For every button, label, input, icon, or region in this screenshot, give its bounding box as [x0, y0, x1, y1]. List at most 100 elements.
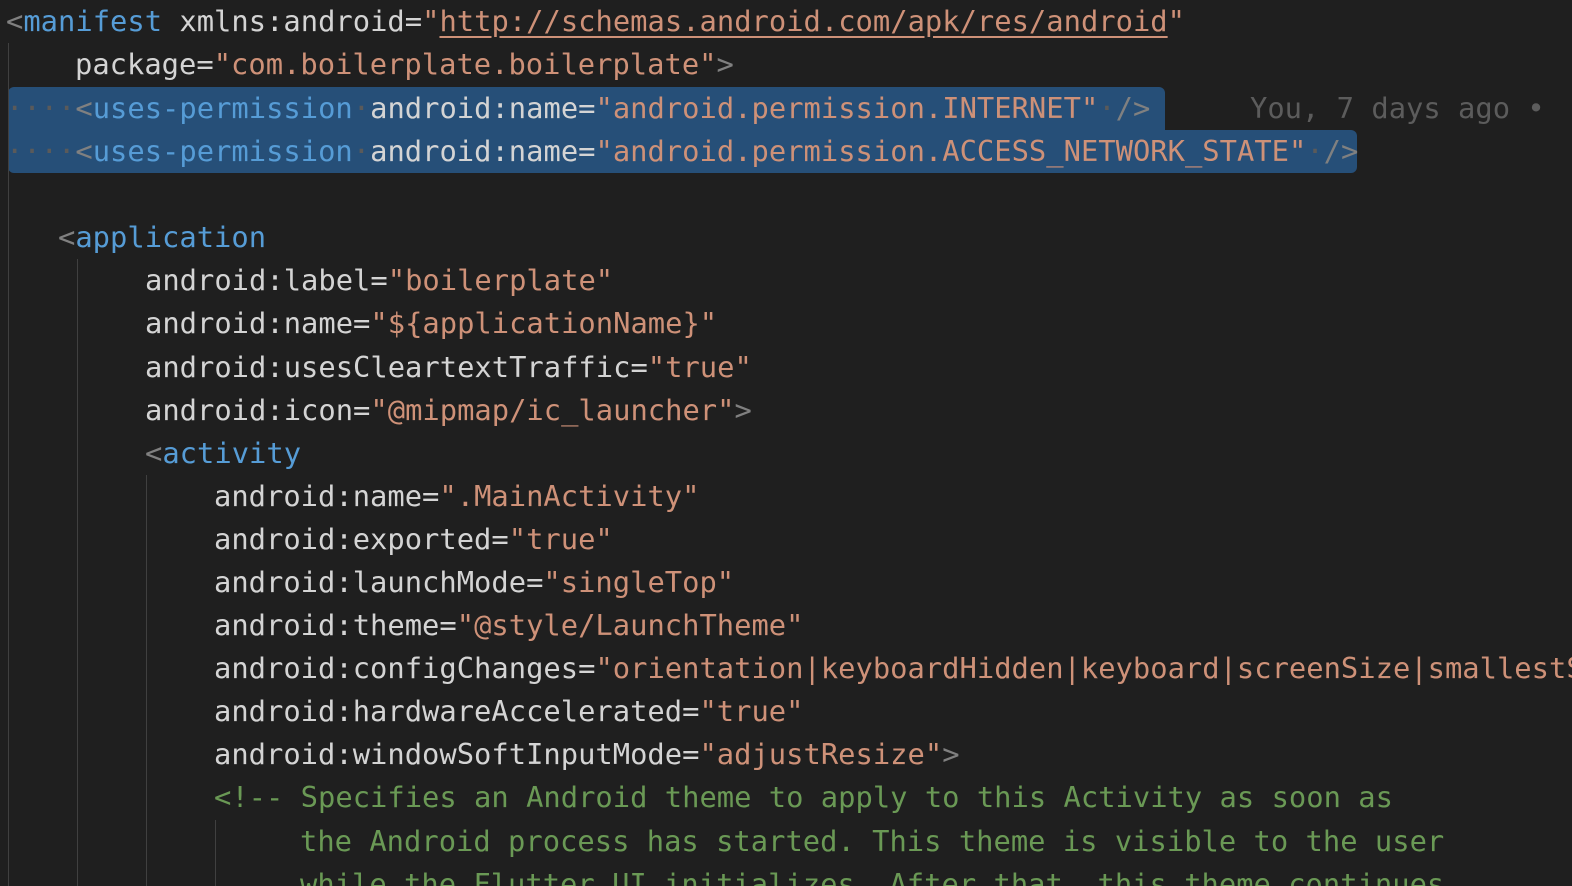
code-token-str: " — [1167, 4, 1185, 38]
code-token-attr: android:windowSoftInputMode — [214, 737, 683, 771]
code-token-tag: manifest — [23, 4, 163, 38]
code-line-13[interactable]: android:exported="true" — [0, 518, 1572, 561]
code-token-str: "orientation|keyboardHidden|keyboard|scr… — [595, 651, 1572, 685]
code-token-str: "true" — [699, 694, 804, 728]
line-content: ····<uses-permission·android:name="andro… — [6, 87, 1150, 130]
code-line-11[interactable]: <activity — [0, 432, 1572, 475]
line-content: <manifest xmlns:android="http://schemas.… — [6, 0, 1185, 43]
code-token-eq: = — [578, 134, 596, 168]
code-line-21[interactable]: while the Flutter UI initializes. After … — [0, 863, 1572, 886]
code-token-attr: android:name — [145, 306, 354, 340]
code-line-14[interactable]: android:launchMode="singleTop" — [0, 561, 1572, 604]
code-token-str: "true" — [647, 350, 752, 384]
code-token-punct: > — [716, 47, 734, 81]
code-token-str: "boilerplate" — [387, 263, 614, 297]
code-line-20[interactable]: the Android process has started. This th… — [0, 820, 1572, 863]
code-token-punct: > — [734, 393, 752, 427]
code-line-7[interactable]: android:label="boilerplate" — [0, 259, 1572, 302]
code-token-eq: = — [682, 737, 700, 771]
code-token-eq: = — [682, 694, 700, 728]
code-token-ws: ···· — [6, 134, 76, 168]
code-token-eq: = — [439, 608, 457, 642]
code-token-eq: = — [404, 4, 423, 38]
code-token-eq: = — [370, 263, 388, 297]
line-content: android:icon="@mipmap/ic_launcher"> — [145, 389, 752, 432]
code-line-2[interactable]: package="com.boilerplate.boilerplate"> — [0, 43, 1572, 86]
code-token-str: "com.boilerplate.boilerplate" — [213, 47, 717, 81]
code-token-eq: = — [353, 306, 371, 340]
code-token-eq: = — [578, 91, 596, 125]
code-token-attr: android:name — [214, 479, 423, 513]
code-token-ws: · — [1306, 134, 1324, 168]
code-token-attr: android:configChanges — [214, 651, 579, 685]
code-token-tag: activity — [162, 436, 302, 470]
line-content: android:theme="@style/LaunchTheme" — [214, 604, 803, 647]
code-token-punct: < — [58, 220, 76, 254]
code-line-4[interactable]: ····<uses-permission·android:name="andro… — [0, 130, 1572, 173]
code-token-ws: · — [1098, 91, 1116, 125]
code-line-3[interactable]: ····<uses-permission·android:name="andro… — [0, 87, 1572, 130]
code-token-punct: < — [145, 436, 163, 470]
code-token-eq: = — [526, 565, 544, 599]
line-content: android:launchMode="singleTop" — [214, 561, 734, 604]
code-token-eq: = — [578, 651, 596, 685]
git-blame-annotation: You, 7 days ago • i — [1250, 91, 1572, 125]
line-content: package="com.boilerplate.boilerplate"> — [75, 43, 734, 86]
line-content: android:name=".MainActivity" — [214, 475, 699, 518]
code-token-str: "${applicationName}" — [370, 306, 718, 340]
code-token-ws: · — [352, 91, 371, 125]
code-token-str: "@mipmap/ic_launcher" — [370, 393, 735, 427]
code-token-url[interactable]: http://schemas.android.com/apk/res/andro… — [439, 4, 1167, 38]
line-content: the Android process has started. This th… — [300, 820, 1444, 863]
line-content: android:name="${applicationName}" — [145, 302, 717, 345]
code-line-17[interactable]: android:hardwareAccelerated="true" — [0, 690, 1572, 733]
code-line-8[interactable]: android:name="${applicationName}" — [0, 302, 1572, 345]
line-content: <activity — [145, 432, 301, 475]
code-token-attr: package — [75, 47, 197, 81]
line-content: android:windowSoftInputMode="adjustResiz… — [214, 733, 960, 776]
code-line-18[interactable]: android:windowSoftInputMode="adjustResiz… — [0, 733, 1572, 776]
code-token-tag: application — [75, 220, 267, 254]
line-content: <!-- Specifies an Android theme to apply… — [214, 776, 1393, 819]
code-token-punct: /> — [1115, 91, 1151, 125]
code-token-eq: = — [353, 393, 371, 427]
code-token-attr: android:usesCleartextTraffic — [145, 350, 631, 384]
code-line-16[interactable]: android:configChanges="orientation|keybo… — [0, 647, 1572, 690]
code-line-12[interactable]: android:name=".MainActivity" — [0, 475, 1572, 518]
code-token-attr: android:name — [370, 91, 579, 125]
code-token-str: "@style/LaunchTheme" — [456, 608, 804, 642]
line-content: ····<uses-permission·android:name="andro… — [6, 130, 1358, 173]
code-token-ws: · — [352, 134, 371, 168]
code-line-10[interactable]: android:icon="@mipmap/ic_launcher"> — [0, 389, 1572, 432]
code-editor[interactable]: <manifest xmlns:android="http://schemas.… — [0, 0, 1572, 886]
code-token-punct: < — [75, 91, 93, 125]
code-line-6[interactable]: <application — [0, 216, 1572, 259]
code-token-ws: ···· — [6, 91, 76, 125]
code-token-comment: <!-- Specifies an Android theme to apply… — [214, 780, 1393, 814]
line-content: <application — [58, 216, 266, 259]
code-token-punct: /> — [1323, 134, 1359, 168]
code-line-5[interactable] — [0, 173, 1572, 216]
code-line-1[interactable]: <manifest xmlns:android="http://schemas.… — [0, 0, 1572, 43]
code-line-9[interactable]: android:usesCleartextTraffic="true" — [0, 346, 1572, 389]
line-content: android:usesCleartextTraffic="true" — [145, 346, 752, 389]
code-token-punct: > — [942, 737, 960, 771]
code-token-str: "android.permission.INTERNET" — [595, 91, 1099, 125]
line-content: android:label="boilerplate" — [145, 259, 613, 302]
code-token-eq: = — [196, 47, 214, 81]
code-token-punct: < — [75, 134, 93, 168]
code-line-15[interactable]: android:theme="@style/LaunchTheme" — [0, 604, 1572, 647]
code-token-attr: android:theme — [214, 608, 440, 642]
code-token-comment: the Android process has started. This th… — [300, 824, 1445, 858]
code-token-attr: android:label — [145, 263, 371, 297]
code-token-attr: xmlns:android — [162, 4, 405, 38]
code-token-attr: android:hardwareAccelerated — [214, 694, 683, 728]
line-content: android:hardwareAccelerated="true" — [214, 690, 803, 733]
code-token-str: ".MainActivity" — [439, 479, 700, 513]
code-token-comment: while the Flutter UI initializes. After … — [300, 867, 1445, 886]
code-token-attr: android:launchMode — [214, 565, 527, 599]
code-line-19[interactable]: <!-- Specifies an Android theme to apply… — [0, 776, 1572, 819]
code-token-str: "true" — [508, 522, 613, 556]
code-token-attr: android:exported — [214, 522, 492, 556]
line-content: while the Flutter UI initializes. After … — [300, 863, 1444, 886]
